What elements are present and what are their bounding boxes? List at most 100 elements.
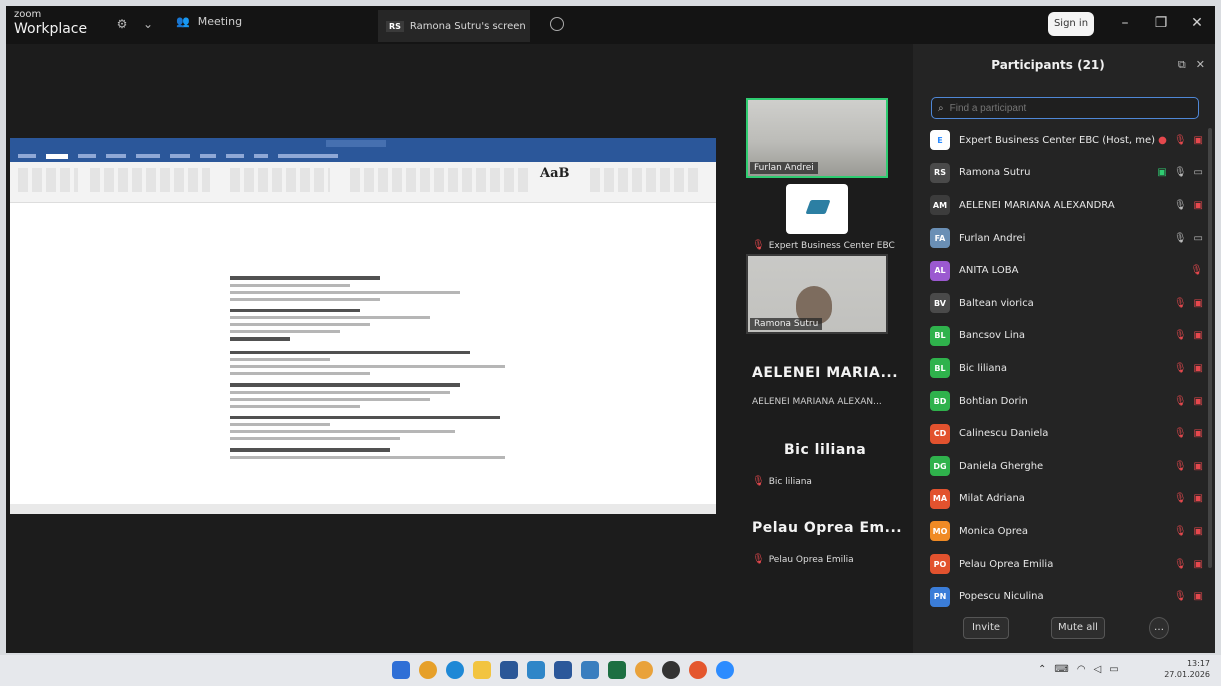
popout-icon[interactable]: ⧉	[1178, 58, 1186, 72]
volume-icon[interactable]: ◁	[1094, 664, 1102, 675]
participant-status-icons: 🎙 ▣	[1174, 330, 1203, 341]
participant-search-input[interactable]	[947, 101, 1172, 115]
bic-tile-name: Bic liliana	[768, 476, 812, 487]
app-color-icon[interactable]	[689, 661, 707, 679]
mic-icon[interactable]: 🎙	[1174, 167, 1187, 178]
participant-row[interactable]: FA Furlan Andrei 🎙 ▭	[913, 222, 1215, 255]
chrome-icon[interactable]	[635, 661, 653, 679]
wifi-icon[interactable]: ◠	[1077, 664, 1086, 675]
app-icon[interactable]	[500, 661, 518, 679]
mic-muted-icon[interactable]: 🎙	[1174, 461, 1187, 472]
mic-icon[interactable]: 🎙	[1174, 200, 1187, 211]
participant-row[interactable]: BL Bancsov Lina 🎙 ▣	[913, 320, 1215, 353]
video-off-icon[interactable]: ▣	[1194, 396, 1203, 407]
mail-icon[interactable]	[527, 661, 545, 679]
participant-row[interactable]: BV Baltean viorica 🎙 ▣	[913, 287, 1215, 320]
name-tile-aelenei-sub: AELENEI MARIANA ALEXAN...	[752, 397, 882, 407]
battery-icon[interactable]: ▭	[1109, 664, 1118, 675]
panel-close-icon[interactable]: ✕	[1196, 58, 1205, 72]
mic-icon[interactable]: 🎙	[1174, 233, 1187, 244]
sign-in-button[interactable]: Sign in	[1048, 12, 1094, 36]
widgets-icon[interactable]	[419, 661, 437, 679]
mic-muted-icon[interactable]: 🎙	[1174, 526, 1187, 537]
video-off-icon[interactable]: ▣	[1194, 330, 1203, 341]
scrollbar[interactable]	[1208, 128, 1212, 568]
word-ribbon: AaB	[10, 162, 716, 203]
participant-row[interactable]: PN Popescu Niculina 🎙 ▣	[913, 580, 1215, 613]
screen-share-tab[interactable]: RS Ramona Sutru's screen	[378, 10, 530, 42]
edge-icon[interactable]	[446, 661, 464, 679]
language-icon[interactable]: ⌨	[1054, 664, 1068, 675]
settings-icon[interactable]: ⚙	[114, 16, 130, 32]
avatar: BL	[930, 358, 950, 379]
video-off-icon[interactable]: ▣	[1194, 526, 1203, 537]
excel-icon[interactable]	[608, 661, 626, 679]
word-icon[interactable]	[554, 661, 572, 679]
participant-search[interactable]: ⌕	[931, 97, 1199, 119]
system-tray: ⌃ ⌨ ◠ ◁ ▭	[1038, 664, 1119, 675]
invite-button[interactable]: Invite	[963, 617, 1009, 639]
more-icon[interactable]: …	[1149, 617, 1169, 639]
participant-row[interactable]: E Expert Business Center EBC (Host, me) ● 🎙…	[913, 124, 1215, 157]
screen-tab-badge: RS	[386, 20, 404, 32]
system-clock[interactable]: 13:17 27.01.2026	[1152, 658, 1210, 680]
mic-muted-icon[interactable]: 🎙	[1174, 396, 1187, 407]
mute-all-button[interactable]: Mute all	[1051, 617, 1105, 639]
meeting-tab-label: Meeting	[197, 15, 243, 28]
avatar: MA	[930, 488, 950, 509]
participant-row[interactable]: PO Pelau Oprea Emilia 🎙 ▣	[913, 548, 1215, 581]
chevron-up-icon[interactable]: ⌃	[1038, 664, 1046, 675]
tab-close-icon[interactable]	[550, 17, 564, 31]
participant-row[interactable]: BD Bohtian Dorin 🎙 ▣	[913, 385, 1215, 418]
meeting-tab[interactable]: 👥 Meeting	[176, 15, 242, 28]
screen-tab-label: Ramona Sutru's screen	[409, 20, 526, 32]
mic-muted-icon[interactable]: 🎙	[1174, 591, 1187, 602]
video-tile-furlan[interactable]: Furlan Andrei	[746, 98, 888, 178]
app-circle-icon[interactable]	[662, 661, 680, 679]
video-off-icon[interactable]: ▣	[1194, 461, 1203, 472]
outlook-icon[interactable]	[581, 661, 599, 679]
participant-row[interactable]: RS Ramona Sutru ▣ 🎙 ▭	[913, 157, 1215, 190]
mic-muted-icon[interactable]: 🎙	[1174, 363, 1187, 374]
video-off-icon[interactable]: ▣	[1194, 428, 1203, 439]
video-off-icon[interactable]: ▣	[1194, 135, 1203, 146]
mic-muted-icon: 🎙	[752, 240, 765, 251]
participant-status-icons: 🎙 ▣	[1174, 200, 1203, 211]
video-tile-ramona[interactable]: Ramona Sutru	[746, 254, 888, 334]
participant-name: Bic liliana	[959, 362, 1008, 374]
start-icon[interactable]	[392, 661, 410, 679]
file-explorer-icon[interactable]	[473, 661, 491, 679]
participant-row[interactable]: MA Milat Adriana 🎙 ▣	[913, 483, 1215, 516]
video-icon[interactable]: ▭	[1194, 167, 1203, 178]
participant-row[interactable]: MO Monica Oprea 🎙 ▣	[913, 515, 1215, 548]
chevron-down-icon[interactable]: ⌄	[140, 16, 156, 32]
mic-muted-icon[interactable]: 🎙	[1174, 559, 1187, 570]
video-off-icon[interactable]: ▣	[1194, 559, 1203, 570]
video-off-icon[interactable]: ▣	[1194, 200, 1203, 211]
mic-muted-icon[interactable]: 🎙	[1190, 265, 1203, 276]
video-off-icon[interactable]: ▣	[1194, 363, 1203, 374]
restore-icon[interactable]: ❐	[1152, 15, 1170, 31]
mic-muted-icon[interactable]: 🎙	[1174, 493, 1187, 504]
mic-muted-icon[interactable]: 🎙	[1174, 298, 1187, 309]
participant-row[interactable]: AM AELENEI MARIANA ALEXANDRA 🎙 ▣	[913, 189, 1215, 222]
mic-muted-icon[interactable]: 🎙	[1174, 428, 1187, 439]
close-icon[interactable]: ✕	[1188, 15, 1206, 31]
avatar: BD	[930, 391, 950, 412]
participant-row[interactable]: CD Calinescu Daniela 🎙 ▣	[913, 417, 1215, 450]
mic-muted-icon[interactable]: 🎙	[1174, 135, 1187, 146]
minimize-icon[interactable]: –	[1116, 15, 1134, 31]
ebc-tile-name: Expert Business Center EBC	[768, 240, 895, 251]
participant-row[interactable]: BL Bic liliana 🎙 ▣	[913, 352, 1215, 385]
participant-row[interactable]: DG Daniela Gherghe 🎙 ▣	[913, 450, 1215, 483]
avatar: AM	[930, 195, 950, 216]
video-off-icon[interactable]: ▣	[1194, 591, 1203, 602]
participant-row[interactable]: AL ANITA LOBA 🎙	[913, 254, 1215, 287]
video-off-icon[interactable]: ▣	[1194, 298, 1203, 309]
video-off-icon[interactable]: ▣	[1194, 493, 1203, 504]
avatar: MO	[930, 521, 950, 542]
word-title-bar	[10, 138, 716, 150]
zoom-taskbar-icon[interactable]	[716, 661, 734, 679]
mic-muted-icon[interactable]: 🎙	[1174, 330, 1187, 341]
video-icon[interactable]: ▭	[1194, 233, 1203, 244]
